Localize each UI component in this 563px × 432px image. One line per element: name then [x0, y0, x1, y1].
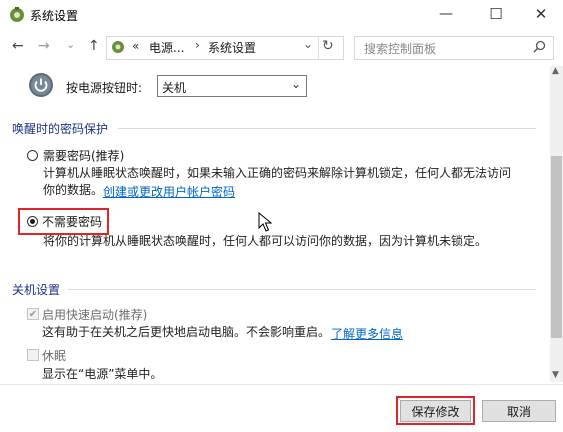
no-password-label[interactable]: 不需要密码: [42, 213, 102, 230]
address-divider: [318, 36, 319, 60]
cancel-button[interactable]: 取消: [482, 400, 556, 422]
fast-startup-description: 这有助于在关机之后更快地启动电脑。不会影响重启。: [42, 325, 331, 339]
section-divider: [118, 128, 536, 129]
minimize-button[interactable]: —: [423, 0, 469, 28]
back-button[interactable]: ←: [12, 38, 24, 54]
control-panel-app-icon: [10, 7, 24, 22]
require-password-radio[interactable]: [27, 150, 38, 161]
power-icon: [29, 73, 53, 97]
no-password-description: 将你的计算机从睡眠状态唤醒时，任何人都可以访问你的数据，因为计算机未锁定。: [43, 234, 488, 248]
forward-button[interactable]: →: [38, 38, 50, 54]
scroll-down-arrow-icon[interactable]: ▼: [552, 370, 559, 380]
breadcrumb-power-options[interactable]: 电源...: [149, 39, 184, 56]
address-dropdown-icon[interactable]: ⌄: [303, 37, 313, 51]
search-icon[interactable]: [533, 40, 546, 53]
mouse-cursor-icon: [258, 212, 272, 232]
hibernate-label[interactable]: 休眠: [42, 347, 66, 364]
require-password-description-line2: 你的数据。: [43, 183, 104, 197]
section-title-wake-password: 唤醒时的密码保护: [12, 122, 109, 136]
create-password-link[interactable]: 创建或更改用户帐户密码: [103, 183, 235, 200]
section-divider: [68, 289, 536, 290]
require-password-description-line1: 计算机从睡眠状态唤醒时，如果未输入正确的密码来解除计算机锁定，任何人都无法访问: [43, 166, 512, 180]
control-panel-icon: [112, 41, 124, 53]
recent-locations-dropdown[interactable]: ⌄: [66, 38, 75, 51]
up-button[interactable]: ↑: [88, 38, 100, 54]
scrollbar-thumb[interactable]: [551, 156, 562, 338]
fast-startup-checkbox[interactable]: ✔: [27, 308, 39, 320]
hibernate-checkbox[interactable]: [27, 349, 39, 361]
refresh-icon[interactable]: ↻: [322, 38, 334, 54]
scroll-up-arrow-icon[interactable]: ▲: [552, 66, 559, 76]
power-button-action-select[interactable]: 关机 ⌄: [157, 75, 307, 97]
fast-startup-label[interactable]: 启用快速启动(推荐): [42, 306, 147, 323]
breadcrumb-prefix[interactable]: «: [132, 39, 139, 53]
hibernate-description: 显示在“电源”菜单中。: [42, 367, 163, 381]
no-password-radio[interactable]: [27, 216, 38, 227]
breadcrumb-separator[interactable]: ›: [195, 38, 200, 52]
power-button-label: 按电源按钮时:: [66, 81, 143, 95]
chevron-down-icon: ⌄: [291, 77, 302, 91]
require-password-label[interactable]: 需要密码(推荐): [43, 147, 124, 164]
power-button-action-value: 关机: [162, 81, 187, 95]
save-changes-button[interactable]: 保存修改: [400, 400, 471, 422]
maximize-button[interactable]: ☐: [473, 0, 519, 28]
breadcrumb-system-settings: 系统设置: [208, 41, 257, 55]
learn-more-link[interactable]: 了解更多信息: [331, 325, 403, 342]
close-button[interactable]: ✕: [518, 0, 563, 28]
search-input[interactable]: 搜索控制面板: [364, 40, 436, 57]
footer-bar: [0, 384, 563, 432]
window-title: 系统设置: [30, 9, 79, 23]
section-title-shutdown: 关机设置: [12, 283, 61, 297]
